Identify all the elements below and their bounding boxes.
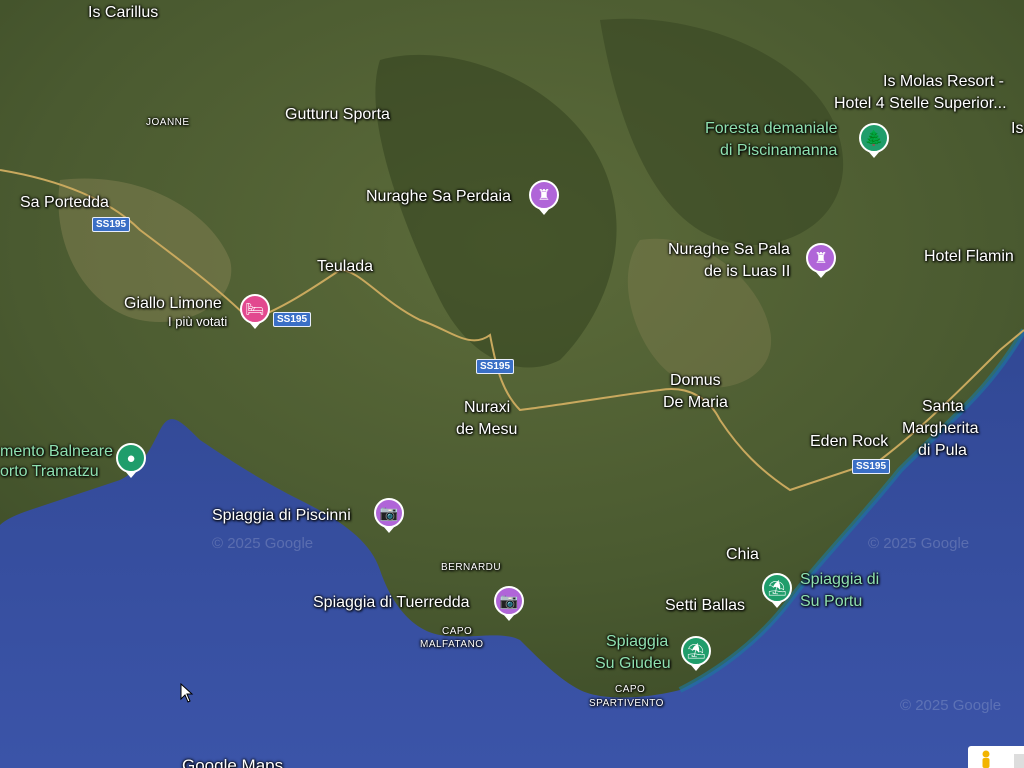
- place-setti-ballas[interactable]: Setti Ballas: [665, 596, 745, 616]
- place-is-molas-line1[interactable]: Is Molas Resort -: [883, 72, 1004, 92]
- place-is-molas-line2[interactable]: Hotel 4 Stelle Superior...: [834, 94, 1007, 114]
- place-sa-portedda[interactable]: Sa Portedda: [20, 193, 109, 213]
- place-capo-malfatano-line2[interactable]: MALFATANO: [420, 639, 484, 651]
- place-spiaggia-su-giudeu-line1[interactable]: Spiaggia: [606, 632, 668, 652]
- place-stabilimento-line2[interactable]: orto Tramatzu: [0, 462, 99, 482]
- location-pin-icon[interactable]: ●: [116, 443, 146, 473]
- camera-icon[interactable]: 📷: [374, 498, 404, 528]
- castle-icon[interactable]: ♜: [529, 180, 559, 210]
- place-gutturu-sporta[interactable]: Gutturu Sporta: [285, 105, 390, 125]
- place-foresta-line1[interactable]: Foresta demaniale: [705, 119, 838, 139]
- place-capo-spartivento-line2[interactable]: SPARTIVENTO: [589, 698, 664, 710]
- place-is-cut[interactable]: Is: [1011, 119, 1023, 139]
- pegman-graphic: [982, 750, 1024, 768]
- pegman-icon[interactable]: [968, 746, 1024, 768]
- place-foresta-line2[interactable]: di Piscinamanna: [720, 141, 837, 161]
- beach-icon[interactable]: ⛱: [762, 573, 792, 603]
- place-joanne[interactable]: JOANNE: [146, 117, 190, 129]
- road-shield-ss195: SS195: [92, 217, 131, 232]
- place-spiaggia-su-portu-line2[interactable]: Su Portu: [800, 592, 862, 612]
- place-capo-malfatano-line1[interactable]: CAPO: [442, 626, 472, 638]
- place-hotel-flamingo[interactable]: Hotel Flamin: [924, 247, 1014, 267]
- place-giallo-limone[interactable]: Giallo Limone: [124, 294, 222, 314]
- place-spiaggia-tuerredda[interactable]: Spiaggia di Tuerredda: [313, 593, 470, 613]
- copyright-watermark: © 2025 Google: [868, 535, 970, 552]
- camera-icon[interactable]: 📷: [494, 586, 524, 616]
- place-nuraghe-sa-pala-line2[interactable]: de is Luas II: [704, 262, 790, 282]
- road-shield-ss195: SS195: [476, 359, 515, 374]
- place-is-carillus[interactable]: Is Carillus: [88, 3, 158, 23]
- place-spiaggia-su-portu-line1[interactable]: Spiaggia di: [800, 570, 879, 590]
- place-nuraghe-sa-perdaia[interactable]: Nuraghe Sa Perdaia: [366, 187, 511, 207]
- google-maps-logo: Google Maps: [182, 756, 284, 768]
- place-domus-line2[interactable]: De Maria: [663, 393, 728, 413]
- place-eden-rock[interactable]: Eden Rock: [810, 432, 888, 452]
- place-nuraghe-sa-pala-line1[interactable]: Nuraghe Sa Pala: [668, 240, 790, 260]
- place-stabilimento-line1[interactable]: mento Balneare: [0, 442, 113, 462]
- castle-icon[interactable]: ♜: [806, 243, 836, 273]
- satellite-map[interactable]: Is Carillus JOANNE Gutturu Sporta Sa Por…: [0, 0, 1024, 768]
- place-santa-line2[interactable]: Margherita: [902, 419, 978, 439]
- terrain-layer: [0, 0, 1024, 768]
- place-domus-line1[interactable]: Domus: [670, 371, 721, 391]
- place-giallo-limone-subtitle: I più votati: [168, 314, 228, 329]
- place-chia[interactable]: Chia: [726, 545, 759, 565]
- place-spiaggia-su-giudeu-line2[interactable]: Su Giudeu: [595, 654, 671, 674]
- road-shield-ss195: SS195: [273, 312, 312, 327]
- place-nuraxi-line2[interactable]: de Mesu: [456, 420, 517, 440]
- place-spiaggia-piscinni[interactable]: Spiaggia di Piscinni: [212, 506, 351, 526]
- mouse-cursor: [180, 683, 194, 703]
- place-teulada[interactable]: Teulada: [317, 257, 373, 277]
- hotel-icon[interactable]: 🛏: [240, 294, 270, 324]
- place-santa-line3[interactable]: di Pula: [918, 441, 967, 461]
- tree-icon[interactable]: 🌲: [859, 123, 889, 153]
- place-santa-line1[interactable]: Santa: [922, 397, 964, 417]
- place-bernardu[interactable]: BERNARDU: [441, 562, 501, 574]
- copyright-watermark: © 2025 Google: [212, 535, 314, 552]
- road-shield-ss195: SS195: [852, 459, 891, 474]
- beach-icon[interactable]: ⛱: [681, 636, 711, 666]
- place-capo-spartivento-line1[interactable]: CAPO: [615, 684, 645, 696]
- copyright-watermark: © 2025 Google: [900, 697, 1002, 714]
- place-nuraxi-line1[interactable]: Nuraxi: [464, 398, 510, 418]
